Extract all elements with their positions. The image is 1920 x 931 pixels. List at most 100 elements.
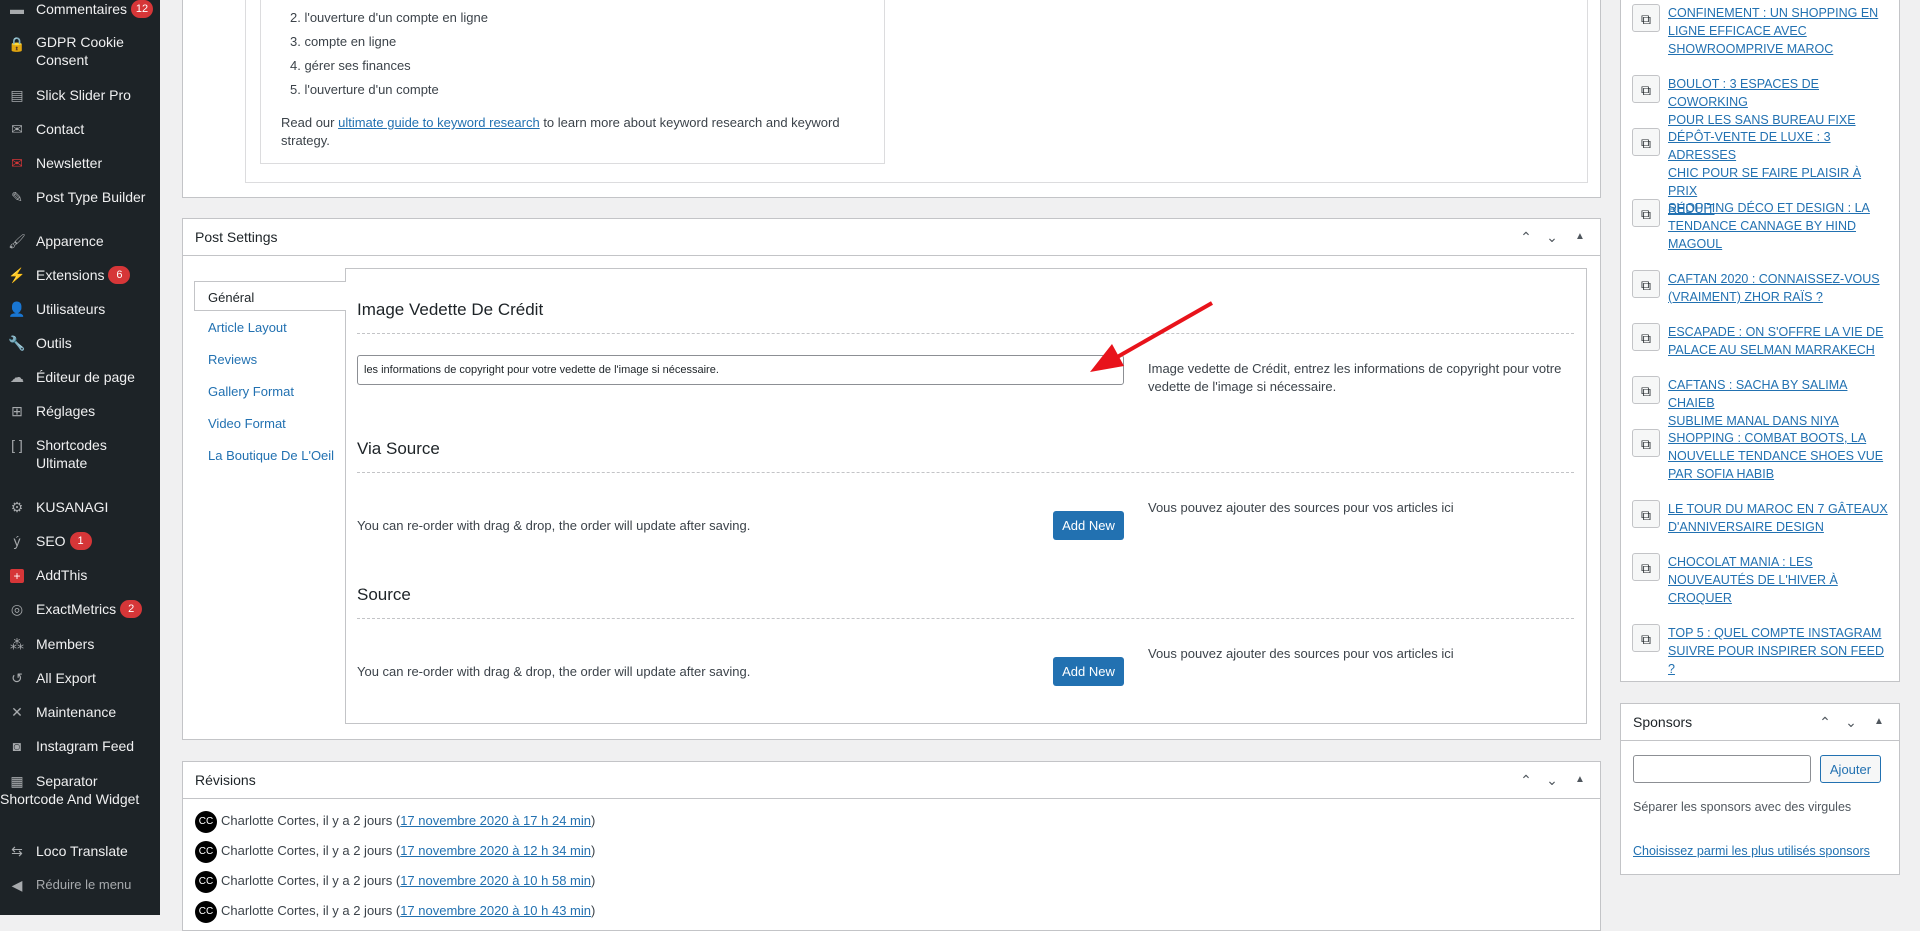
credit-section-title: Image Vedette De Crédit: [357, 300, 544, 319]
copy-icon[interactable]: ⧉: [1632, 376, 1660, 404]
copy-icon[interactable]: ⧉: [1632, 270, 1660, 298]
tab-video-format[interactable]: Video Format: [208, 416, 286, 431]
sponsors-input[interactable]: [1633, 755, 1811, 783]
copy-icon[interactable]: ⧉: [1632, 75, 1660, 103]
tab-article-layout[interactable]: Article Layout: [208, 320, 287, 335]
tab-general[interactable]: Général: [194, 281, 346, 311]
admin-sidebar: ▬ Commentaires 12 🔒 GDPR Cookie Consent ▤…: [0, 0, 160, 915]
related-line: SHOPPING : COMBAT BOOTS, LA: [1668, 431, 1867, 445]
related-post-link[interactable]: CAFTAN 2020 : CONNAISSEZ-VOUS (VRAIMENT) …: [1668, 270, 1890, 306]
related-line: CROQUER: [1668, 591, 1732, 605]
sidebar-item-label: GDPR Cookie Consent: [36, 34, 124, 68]
related-line: CHIC POUR SE FAIRE PLAISIR À PRIX: [1668, 166, 1862, 198]
copy-icon[interactable]: ⧉: [1632, 429, 1660, 457]
toggle-panel-icon[interactable]: ▲: [1869, 712, 1889, 732]
keyword-list-item: 5. l'ouverture d'un compte: [290, 82, 439, 97]
related-line: TOP 5 : QUEL COMPTE INSTAGRAM: [1668, 626, 1882, 640]
via-source-add-button[interactable]: Add New: [1053, 511, 1124, 540]
via-source-note: You can re-order with drag & drop, the o…: [357, 518, 751, 533]
related-post-link[interactable]: LE TOUR DU MAROC EN 7 GÂTEAUX D'ANNIVERSA…: [1668, 500, 1890, 536]
revision-paren: ): [591, 873, 596, 888]
related-post-link[interactable]: SHOPPING DÉCO ET DESIGN : LA TENDANCE CAN…: [1668, 199, 1890, 253]
read-suffix: to learn more about keyword research and…: [539, 115, 840, 130]
brackets-icon: [ ]: [11, 437, 23, 453]
related-line: SHOPPING DÉCO ET DESIGN : LA: [1668, 201, 1870, 215]
move-up-icon[interactable]: ⌃: [1815, 712, 1835, 732]
via-source-help: Vous pouvez ajouter des sources pour vos…: [1148, 500, 1454, 515]
tab-reviews[interactable]: Reviews: [208, 352, 257, 367]
move-up-icon[interactable]: ⌃: [1516, 227, 1536, 247]
move-up-icon[interactable]: ⌃: [1516, 770, 1536, 790]
copy-icon[interactable]: ⧉: [1632, 128, 1660, 156]
sidebar-item-label: Commentaires: [36, 1, 128, 17]
related-post-link[interactable]: TOP 5 : QUEL COMPTE INSTAGRAM SUIVRE POUR…: [1668, 624, 1890, 678]
sidebar-item-label: Instagram Feed: [36, 738, 135, 754]
revision-link[interactable]: 17 novembre 2020 à 17 h 24 min: [400, 813, 591, 828]
credit-input[interactable]: [357, 355, 1124, 385]
credit-help-line: vedette de l'image si nécessaire.: [1148, 379, 1337, 394]
revision-row: CC Charlotte Cortes, il y a 2 jours (17 n…: [195, 900, 596, 923]
move-down-icon[interactable]: ⌄: [1542, 227, 1562, 247]
related-post-link[interactable]: SHOPPING : COMBAT BOOTS, LA NOUVELLE TEND…: [1668, 429, 1890, 483]
revisions-title: Révisions: [195, 772, 256, 788]
via-source-title: Via Source: [357, 439, 440, 458]
related-post-link[interactable]: CONFINEMENT : UN SHOPPING EN LIGNE EFFICA…: [1668, 4, 1890, 58]
source-add-button[interactable]: Add New: [1053, 657, 1124, 686]
related-post-link[interactable]: CAFTANS : SACHA BY SALIMA CHAIEB SUBLIME …: [1668, 376, 1890, 430]
sponsors-header: Sponsors ⌃ ⌄ ▲: [1621, 704, 1899, 741]
wrench-icon: 🔧: [8, 335, 26, 351]
revision-link[interactable]: 17 novembre 2020 à 12 h 34 min: [400, 843, 591, 858]
comment-icon: ▬: [10, 1, 24, 17]
cloud-icon: ☁: [10, 369, 24, 385]
related-line: D'ANNIVERSAIRE DESIGN: [1668, 520, 1824, 534]
related-line: PALACE AU SELMAN MARRAKECH: [1668, 343, 1875, 357]
sidebar-item-label: Members: [36, 636, 95, 652]
collapse-label: Réduire le menu: [36, 877, 132, 892]
sidebar-item-label: KUSANAGI: [36, 499, 109, 515]
copy-icon[interactable]: ⧉: [1632, 199, 1660, 227]
move-down-icon[interactable]: ⌄: [1841, 712, 1861, 732]
copy-icon[interactable]: ⧉: [1632, 323, 1660, 351]
keyword-list-item: 2. l'ouverture d'un compte en ligne: [290, 10, 488, 25]
revision-link[interactable]: 17 novembre 2020 à 10 h 43 min: [400, 903, 591, 918]
revision-row: CC Charlotte Cortes, il y a 2 jours (17 n…: [195, 840, 595, 863]
toggle-panel-icon[interactable]: ▲: [1570, 770, 1590, 790]
related-post-link[interactable]: CHOCOLAT MANIA : LES NOUVEAUTÉS DE L'HIVE…: [1668, 553, 1890, 607]
choose-sponsors-link[interactable]: Choisissez parmi les plus utilisés spons…: [1633, 844, 1870, 858]
add-sponsor-button[interactable]: Ajouter: [1820, 755, 1881, 783]
collapse-icon: ◀: [11, 877, 23, 893]
tab-gallery-format[interactable]: Gallery Format: [208, 384, 294, 399]
count-badge: 6: [108, 266, 131, 284]
copy-icon[interactable]: ⧉: [1632, 4, 1660, 32]
tab-la-boutique[interactable]: La Boutique De L'Oeil: [208, 448, 334, 463]
sidebar-item-label: Éditeur de page: [36, 369, 135, 385]
related-line: (VRAIMENT) ZHOR RAÏS ?: [1668, 290, 1823, 304]
sponsors-hint: Séparer les sponsors avec des virgules: [1633, 800, 1852, 814]
copy-icon[interactable]: ⧉: [1632, 553, 1660, 581]
yoast-icon: ý: [13, 533, 21, 549]
revision-row: CC Charlotte Cortes, il y a 2 jours (17 n…: [195, 810, 595, 833]
sidebar-item-label: Outils: [36, 335, 72, 351]
revision-paren: ): [591, 903, 596, 918]
related-line: TENDANCE CANNAGE BY HIND: [1668, 219, 1856, 233]
newsletter-icon: ✉: [11, 155, 23, 171]
copy-icon[interactable]: ⧉: [1632, 624, 1660, 652]
camera-icon: ◙: [12, 738, 22, 754]
copy-icon[interactable]: ⧉: [1632, 500, 1660, 528]
related-post-link[interactable]: BOULOT : 3 ESPACES DE COWORKING POUR LES …: [1668, 75, 1890, 129]
keyword-guide-link[interactable]: ultimate guide to keyword research: [338, 115, 540, 130]
revision-link[interactable]: 17 novembre 2020 à 10 h 58 min: [400, 873, 591, 888]
revision-row: CC Charlotte Cortes, il y a 2 jours (17 n…: [195, 870, 596, 893]
sidebar-item-label: Loco Translate: [36, 843, 128, 859]
sidebar-item-label: Shortcodes Ultimate: [36, 437, 107, 471]
revision-author: Charlotte Cortes, il y a 2 jours (: [221, 813, 401, 828]
related-post-link[interactable]: ESCAPADE : ON S'OFFRE LA VIE DE PALACE AU…: [1668, 323, 1890, 359]
sidebar-item-label: Extensions: [36, 267, 105, 283]
sponsors-title: Sponsors: [1633, 714, 1693, 730]
toggle-panel-icon[interactable]: ▲: [1570, 227, 1590, 247]
post-settings-header: Post Settings ⌃ ⌄ ▲: [183, 219, 1600, 256]
related-line: DÉPÔT-VENTE DE LUXE : 3 ADRESSES: [1668, 130, 1831, 162]
related-line: CAFTANS : SACHA BY SALIMA CHAIEB: [1668, 378, 1848, 410]
move-down-icon[interactable]: ⌄: [1542, 770, 1562, 790]
related-line: SHOWROOMPRIVE MAROC: [1668, 42, 1834, 56]
